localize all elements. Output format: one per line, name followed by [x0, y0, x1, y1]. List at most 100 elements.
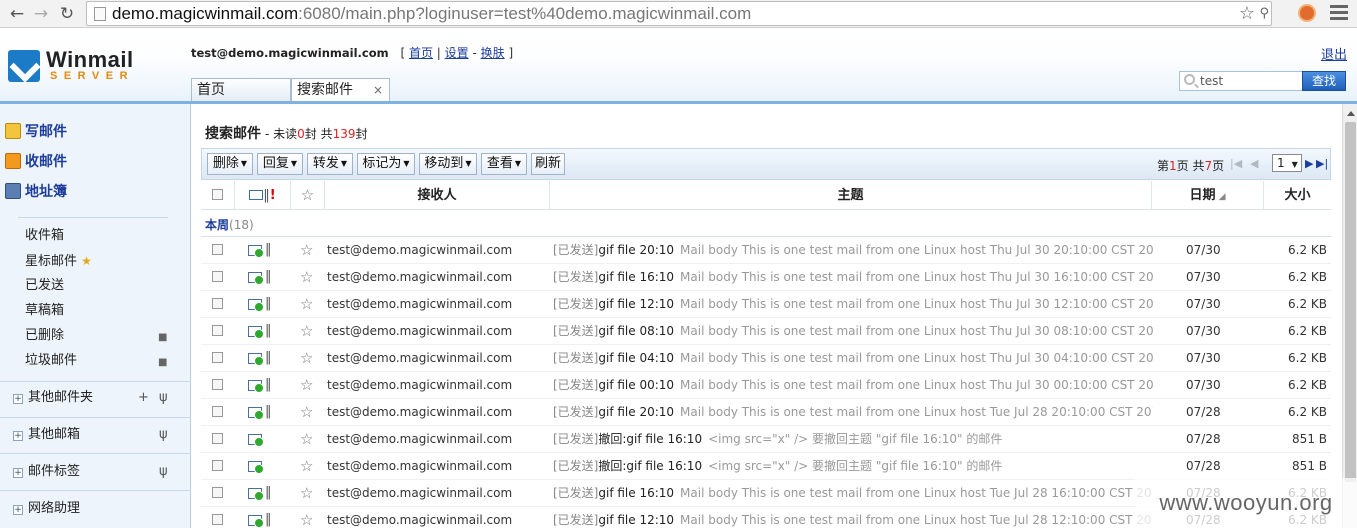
add-folder-icon[interactable]: + [138, 389, 149, 407]
mark-as-button[interactable]: 标记为 ▼ [357, 153, 415, 175]
row-checkbox[interactable] [212, 487, 223, 498]
read-status-header[interactable]: ‖! [234, 181, 290, 210]
table-row[interactable]: ☆ test@demo.magicwinmail.com [已发送]撤回:gif f… [201, 453, 1331, 480]
next-page-icon[interactable]: ▶ [1305, 157, 1313, 170]
bookmark-star-icon[interactable]: ☆ [1239, 3, 1255, 25]
search-input[interactable] [1200, 73, 1300, 89]
first-page-icon[interactable]: |◀ [1230, 157, 1242, 170]
star-outline-icon[interactable]: ☆ [300, 507, 313, 528]
page-select[interactable]: 1 ▼ [1272, 154, 1302, 172]
star-outline-icon[interactable]: ☆ [300, 453, 313, 479]
table-row[interactable]: ‖ ☆ test@demo.magicwinmail.com [已发送]gif fil… [201, 372, 1331, 399]
empty-junk-icon[interactable]: ■ [158, 358, 168, 368]
scrollbar[interactable] [1342, 104, 1357, 528]
star-outline-icon[interactable]: ☆ [300, 264, 313, 290]
view-button[interactable]: 查看 ▼ [481, 153, 527, 175]
row-checkbox[interactable] [212, 271, 223, 282]
row-subject[interactable]: [已发送]gif file 12:10 Mail body This is one… [553, 291, 1153, 317]
scroll-thumb[interactable] [1345, 122, 1356, 482]
tab-search-mail[interactable]: 搜索邮件 × [291, 78, 390, 102]
group-other-mailboxes[interactable]: + 其他邮箱 [13, 426, 80, 444]
row-checkbox[interactable] [212, 460, 223, 471]
row-checkbox[interactable] [212, 244, 223, 255]
skin-link[interactable]: 换肤 [481, 46, 505, 60]
column-recipient[interactable]: 接收人 [324, 181, 549, 210]
menu-icon[interactable] [1330, 5, 1348, 21]
table-row[interactable]: ☆ test@demo.magicwinmail.com [已发送]撤回:gif f… [201, 426, 1331, 453]
move-to-button[interactable]: 移动到 ▼ [419, 153, 477, 175]
star-outline-icon[interactable]: ☆ [300, 237, 313, 263]
table-row[interactable]: ‖ ☆ test@demo.magicwinmail.com [已发送]gif fil… [201, 318, 1331, 345]
table-row[interactable]: ‖ ☆ test@demo.magicwinmail.com [已发送]gif fil… [201, 345, 1331, 372]
compose-link[interactable]: 写邮件 [5, 122, 67, 142]
column-date[interactable]: 日期 ◢ [1151, 181, 1263, 210]
star-outline-icon[interactable]: ☆ [300, 318, 313, 344]
row-checkbox[interactable] [212, 325, 223, 336]
star-outline-icon[interactable]: ☆ [300, 291, 313, 317]
refresh-button[interactable]: 刷新 [531, 153, 565, 175]
row-subject[interactable]: [已发送]gif file 00:10 Mail body This is one… [553, 372, 1153, 398]
settings-link[interactable]: 设置 [445, 46, 469, 60]
forward-button[interactable]: 转发 ▼ [307, 153, 353, 175]
row-checkbox[interactable] [212, 298, 223, 309]
row-subject[interactable]: [已发送]gif file 20:10 Mail body This is one… [553, 237, 1153, 263]
group-network-assistant[interactable]: + 网络助理 [13, 500, 80, 518]
home-link[interactable]: 首页 [409, 46, 433, 60]
prev-page-icon[interactable]: ◀ [1250, 157, 1258, 170]
row-checkbox[interactable] [212, 406, 223, 417]
star-outline-icon[interactable]: ☆ [300, 480, 313, 506]
group-other-folders[interactable]: + 其他邮件夹 [13, 389, 93, 407]
column-subject[interactable]: 主题 [549, 181, 1151, 210]
sidebar-item-junk[interactable]: 垃圾邮件 [25, 352, 77, 370]
tab-home[interactable]: 首页 [191, 78, 291, 102]
row-subject[interactable]: [已发送]撤回:gif file 16:10 <img src="x" /> 要撤… [553, 426, 1153, 452]
empty-deleted-icon[interactable]: ■ [158, 333, 168, 343]
row-subject[interactable]: [已发送]gif file 16:10 Mail body This is one… [553, 264, 1153, 290]
expand-icon[interactable]: + [13, 468, 23, 478]
expand-icon[interactable]: + [13, 431, 23, 441]
star-outline-icon[interactable]: ☆ [300, 345, 313, 371]
row-subject[interactable]: [已发送]gif file 20:10 Mail body This is one… [553, 399, 1153, 425]
reload-icon[interactable]: ↻ [56, 3, 78, 25]
table-row[interactable]: ‖ ☆ test@demo.magicwinmail.com [已发送]gif fil… [201, 264, 1331, 291]
scroll-up-icon[interactable] [1347, 111, 1355, 116]
row-subject[interactable]: [已发送]gif file 16:10 Mail body This is one… [553, 480, 1153, 506]
close-tab-icon[interactable]: × [373, 79, 383, 101]
table-row[interactable]: ‖ ☆ test@demo.magicwinmail.com [已发送]gif fil… [201, 291, 1331, 318]
sidebar-item-deleted[interactable]: 已删除 [25, 327, 64, 345]
row-checkbox[interactable] [212, 433, 223, 444]
group-mail-labels[interactable]: + 邮件标签 [13, 463, 80, 481]
key-icon[interactable]: ⚲ [1259, 3, 1269, 25]
sidebar-item-sent[interactable]: 已发送 [25, 277, 64, 295]
sidebar-item-drafts[interactable]: 草稿箱 [25, 302, 64, 320]
back-icon[interactable]: ← [6, 3, 28, 25]
receive-link[interactable]: 收邮件 [5, 152, 67, 172]
addressbook-link[interactable]: 地址簿 [5, 182, 67, 202]
expand-icon[interactable]: + [13, 394, 23, 404]
manage-mailboxes-icon[interactable]: ψ [159, 426, 168, 444]
logout-link[interactable]: 退出 [1321, 44, 1347, 63]
row-subject[interactable]: [已发送]gif file 04:10 Mail body This is one… [553, 345, 1153, 371]
select-all-checkbox[interactable] [201, 181, 234, 210]
search-box[interactable] [1179, 71, 1303, 91]
row-checkbox[interactable] [212, 514, 223, 525]
reply-button[interactable]: 回复 ▼ [257, 153, 303, 175]
row-checkbox[interactable] [212, 379, 223, 390]
row-subject[interactable]: [已发送]撤回:gif file 16:10 <img src="x" /> 要撤… [553, 453, 1153, 479]
manage-labels-icon[interactable]: ψ [159, 463, 168, 481]
last-page-icon[interactable]: ▶| [1316, 157, 1328, 170]
row-subject[interactable]: [已发送]gif file 12:10 Mail body This is one… [553, 507, 1153, 528]
manage-folders-icon[interactable]: ψ [159, 389, 168, 407]
star-outline-icon[interactable]: ☆ [300, 399, 313, 425]
sidebar-item-starred[interactable]: 星标邮件 ★ [25, 252, 92, 271]
sidebar-item-inbox[interactable]: 收件箱 [25, 227, 64, 245]
row-checkbox[interactable] [212, 352, 223, 363]
column-size[interactable]: 大小 [1263, 181, 1331, 210]
star-outline-icon[interactable]: ☆ [300, 426, 313, 452]
forward-icon[interactable]: → [30, 3, 52, 25]
table-row[interactable]: ‖ ☆ test@demo.magicwinmail.com [已发送]gif fil… [201, 399, 1331, 426]
row-subject[interactable]: [已发送]gif file 08:10 Mail body This is one… [553, 318, 1153, 344]
star-outline-icon[interactable]: ☆ [300, 372, 313, 398]
table-row[interactable]: ‖ ☆ test@demo.magicwinmail.com [已发送]gif fil… [201, 237, 1331, 264]
star-header[interactable]: ☆ [290, 181, 324, 210]
